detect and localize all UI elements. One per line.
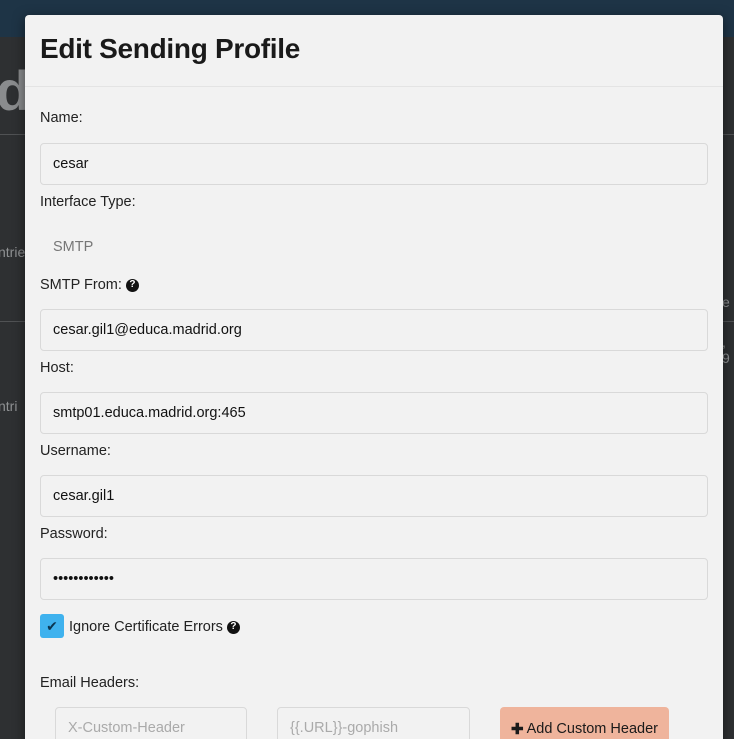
username-label: Username: [40, 443, 111, 459]
edit-sending-profile-modal: Edit Sending Profile Name: Interface Typ… [25, 15, 723, 739]
interface-type-value: SMTP [53, 239, 94, 255]
ignore-cert-label-text: Ignore Certificate Errors [69, 619, 223, 635]
host-input[interactable] [40, 392, 708, 434]
name-label: Name: [40, 110, 83, 126]
name-input[interactable] [40, 143, 708, 185]
ignore-cert-label: Ignore Certificate Errors ? [69, 619, 240, 635]
question-circle-icon[interactable]: ? [125, 278, 139, 292]
interface-type-label: Interface Type: [40, 194, 136, 210]
username-input[interactable] [40, 475, 708, 517]
ignore-cert-checkbox[interactable]: ✔ [40, 614, 64, 638]
password-input[interactable] [40, 558, 708, 600]
background-text: ntri [0, 398, 18, 414]
email-headers-label: Email Headers: [40, 675, 140, 691]
smtp-from-label-text: SMTP From: [40, 277, 122, 293]
host-label: Host: [40, 360, 74, 376]
background-text: e [722, 294, 730, 310]
modal-title: Edit Sending Profile [40, 33, 301, 64]
add-custom-header-label: Add Custom Header [526, 721, 658, 737]
background-text: , 9 [722, 334, 730, 366]
password-label: Password: [40, 526, 108, 542]
question-circle-icon[interactable]: ? [226, 620, 240, 634]
plus-icon: ✚ [511, 721, 524, 738]
modal-header: Edit Sending Profile [25, 15, 723, 87]
smtp-from-label: SMTP From: ? [40, 277, 139, 293]
custom-header-name-input[interactable] [55, 707, 247, 739]
custom-header-value-input[interactable] [277, 707, 470, 739]
check-icon: ✔ [46, 617, 58, 634]
add-custom-header-button[interactable]: ✚ Add Custom Header [500, 707, 669, 739]
background-text: ntrie [0, 244, 26, 260]
smtp-from-input[interactable] [40, 309, 708, 351]
